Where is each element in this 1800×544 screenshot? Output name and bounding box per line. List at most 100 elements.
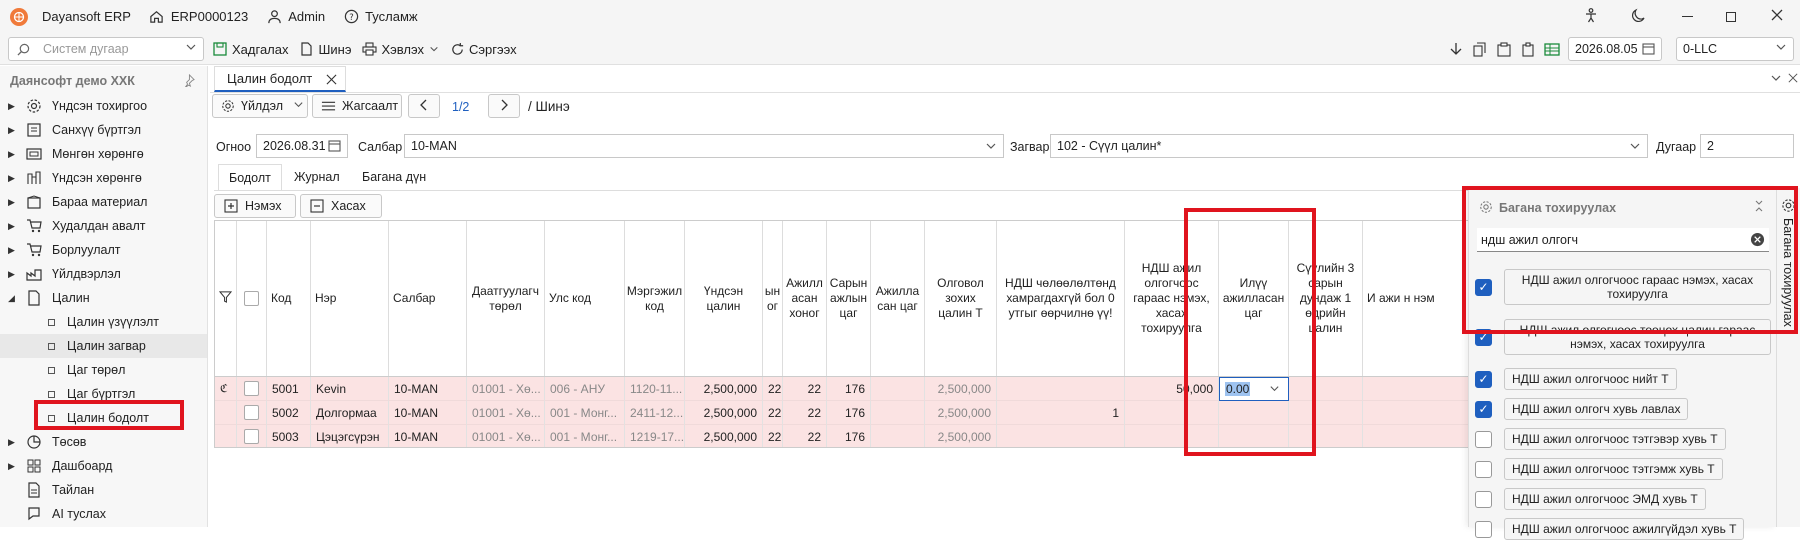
caret-right-icon[interactable]: ▶ — [8, 197, 20, 208]
sidebar-item-6[interactable]: ▶ Борлуулалт — [0, 238, 207, 262]
paste-icon[interactable] — [1496, 41, 1512, 57]
caret-right-icon[interactable]: ▶ — [8, 125, 20, 136]
col-header-check[interactable] — [237, 221, 267, 376]
refresh-button[interactable]: Сэргээх — [449, 41, 517, 57]
col-header-base[interactable]: Үндсэн цалин — [685, 221, 763, 376]
row-checkbox[interactable] — [244, 429, 259, 444]
date-picker[interactable]: 2026.08.05 — [1568, 37, 1662, 61]
sidebar-item-after-1[interactable]: ▶ Дашбоард — [0, 454, 207, 478]
cell-exempt[interactable] — [997, 377, 1125, 401]
filter-icon[interactable] — [218, 290, 233, 307]
col-header-exempt[interactable]: НДШ чөлөөлөлтөнд хамрагдахгүй бол 0 утгы… — [997, 221, 1125, 376]
cell-name[interactable]: Цэцэгсүрэн — [311, 425, 389, 447]
subtab-journal[interactable]: Журнал — [284, 164, 350, 190]
cell-days[interactable]: 22 — [783, 377, 827, 401]
sidebar-item-3[interactable]: ▶ Үндсэн хөрөнгө — [0, 166, 207, 190]
cell-prof[interactable]: 1219-17... — [625, 425, 685, 447]
download-icon[interactable] — [1448, 41, 1464, 57]
caret-down-icon[interactable]: ◢ — [8, 293, 20, 304]
cell-code[interactable]: 5002 — [267, 401, 311, 425]
sidebar-subitem-1[interactable]: Цалин загвар — [0, 334, 207, 358]
column-option[interactable]: НДШ ажил олгогчоос ажилгүйдэл хувь Т — [1475, 514, 1771, 544]
system-number-search[interactable]: Систем дугаар — [8, 37, 204, 61]
col-header-days[interactable]: Ажилл асан хоног — [783, 221, 827, 376]
chevron-down-icon[interactable] — [1770, 72, 1782, 87]
erp-id-link[interactable]: ERP0000123 — [149, 8, 248, 24]
pin-icon[interactable] — [182, 73, 195, 90]
next-page-button[interactable] — [488, 94, 520, 118]
subtab-calculation[interactable]: Бодолт — [218, 164, 282, 190]
sidebar-item-0[interactable]: ▶ Үндсэн тохиргоо — [0, 94, 207, 118]
add-row-button[interactable]: Нэмэх — [214, 194, 296, 218]
caret-right-icon[interactable]: ▶ — [8, 221, 20, 232]
column-checkbox[interactable] — [1475, 460, 1492, 478]
list-button[interactable]: Жагсаалт — [312, 94, 402, 118]
branch-select[interactable]: 10-MAN — [404, 134, 1004, 158]
cell-name[interactable]: Долгормаа — [311, 401, 389, 425]
caret-right-icon[interactable]: ▶ — [8, 149, 20, 160]
cell-prof[interactable]: 2411-12... — [625, 401, 685, 425]
sidebar-item-after-0[interactable]: ▶ Төсөв — [0, 430, 207, 454]
sidebar-item-5[interactable]: ▶ Худалдан авалт — [0, 214, 207, 238]
cell-c1[interactable]: 22 — [763, 401, 783, 425]
template-select[interactable]: 102 - Сүүл цалин* — [1050, 134, 1648, 158]
cell-hours[interactable]: 176 — [827, 425, 871, 447]
col-header-insurer[interactable]: Даатгуулагч төрөл — [467, 221, 545, 376]
cell-accrued[interactable]: 2,500,000 — [925, 425, 997, 447]
cell-insurer[interactable]: 01001 - Хө... — [467, 377, 545, 401]
col-header-code[interactable]: Код — [267, 221, 311, 376]
col-header-c1[interactable]: ын ог — [763, 221, 783, 376]
cell-check[interactable] — [237, 425, 267, 447]
actions-button[interactable]: Үйлдэл — [212, 94, 308, 118]
caret-right-icon[interactable]: ▶ — [8, 101, 20, 112]
close-tab-icon[interactable] — [326, 73, 337, 88]
col-header-country[interactable]: Улс код — [545, 221, 625, 376]
remove-row-button[interactable]: Хасах — [300, 194, 382, 218]
cell-filter[interactable] — [215, 401, 237, 425]
cell-exempt[interactable]: 1 — [997, 401, 1125, 425]
cell-worked[interactable] — [871, 377, 925, 401]
cell-prof[interactable]: 1120-11... — [625, 377, 685, 401]
cell-filter[interactable] — [215, 425, 237, 447]
save-button[interactable]: Хадгалах — [212, 41, 289, 57]
user-menu[interactable]: Admin — [266, 8, 325, 24]
col-header-accrued[interactable]: Олговол зохих цалин Т — [925, 221, 997, 376]
cell-insurer[interactable]: 01001 - Хө... — [467, 425, 545, 447]
select-all-checkbox[interactable] — [244, 291, 259, 306]
theme-toggle-button[interactable] — [1618, 0, 1660, 33]
sidebar-subitem-2[interactable]: Цаг төрөл — [0, 358, 207, 382]
column-option[interactable]: ✓ НДШ ажил олгогчоос нийт Т — [1475, 364, 1771, 394]
cell-accrued[interactable]: 2,500,000 — [925, 401, 997, 425]
caret-right-icon[interactable]: ▶ — [8, 173, 20, 184]
close-icon[interactable] — [1788, 72, 1798, 86]
row-checkbox[interactable] — [244, 405, 259, 420]
sidebar-item-after-3[interactable]: AI туслах — [0, 502, 207, 526]
cell-name[interactable]: Kevin — [311, 377, 389, 401]
number-field[interactable]: 2 — [1700, 134, 1794, 158]
cell-worked[interactable] — [871, 425, 925, 447]
excel-icon[interactable] — [1544, 41, 1560, 57]
doc-tab[interactable]: Цалин бодолт — [214, 66, 346, 92]
subtab-column-totals[interactable]: Багана дүн — [352, 164, 436, 190]
accessibility-button[interactable] — [1570, 0, 1612, 33]
caret-right-icon[interactable]: ▶ — [8, 461, 20, 472]
cell-base[interactable]: 2,500,000 — [685, 401, 763, 425]
copy-icon[interactable] — [1472, 41, 1488, 57]
col-header-filter[interactable] — [215, 221, 237, 376]
help-link[interactable]: ? Тусламж — [343, 8, 418, 24]
cell-c1[interactable]: 22 — [763, 425, 783, 447]
new-button[interactable]: Шинэ — [299, 41, 352, 57]
column-checkbox[interactable] — [1475, 490, 1492, 508]
column-option[interactable]: НДШ ажил олгогчоос тэтгэвэр хувь Т — [1475, 424, 1771, 454]
minimize-button[interactable] — [1666, 0, 1708, 33]
sidebar-item-7[interactable]: ▶ Үйлдвэрлэл — [0, 262, 207, 286]
row-checkbox[interactable] — [244, 381, 259, 396]
date-field[interactable]: 2026.08.31 — [256, 134, 348, 158]
column-checkbox[interactable]: ✓ — [1475, 400, 1492, 418]
cell-code[interactable]: 5003 — [267, 425, 311, 447]
sidebar-item-1[interactable]: ▶ Санхүү бүртгэл — [0, 118, 207, 142]
cell-days[interactable]: 22 — [783, 425, 827, 447]
column-option[interactable]: НДШ ажил олгогчоос ЭМД хувь Т — [1475, 484, 1771, 514]
cell-days[interactable]: 22 — [783, 401, 827, 425]
cell-base[interactable]: 2,500,000 — [685, 425, 763, 447]
